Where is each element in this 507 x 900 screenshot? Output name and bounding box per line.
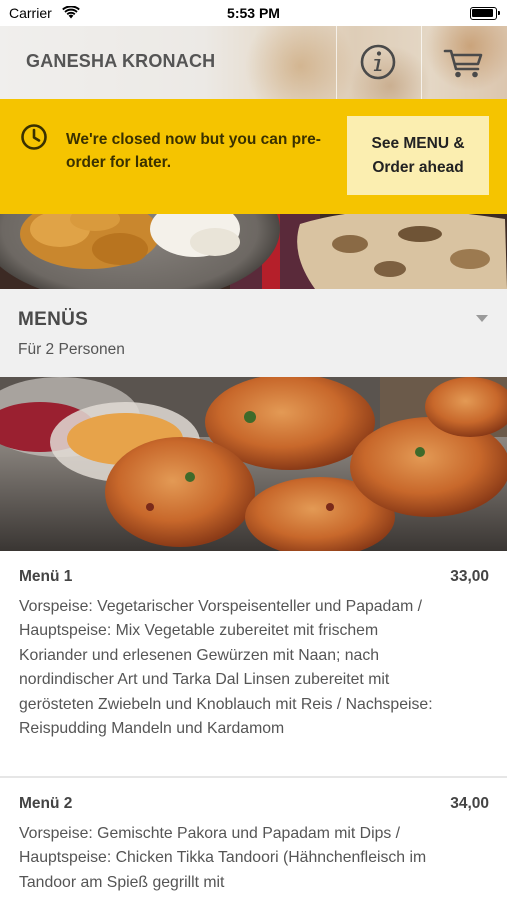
battery-icon: [470, 7, 500, 20]
menu-item-price: 33,00: [450, 568, 489, 585]
order-ahead-button[interactable]: See MENU & Order ahead: [347, 116, 489, 195]
menu-item-name: Menü 2: [19, 795, 73, 812]
menu-item-description: Vorspeise: Vegetarischer Vorspeisentelle…: [19, 598, 433, 738]
closed-message: We're closed now but you can pre-order f…: [66, 131, 321, 171]
status-bar: Carrier 5:53 PM: [0, 0, 507, 26]
chevron-down-icon[interactable]: [476, 315, 488, 322]
info-button[interactable]: [352, 42, 404, 82]
clock-icon: [21, 124, 47, 150]
menu-item-name: Menü 1: [19, 568, 73, 585]
closed-banner: We're closed now but you can pre-order f…: [0, 99, 507, 214]
category-food-photo: [0, 377, 507, 551]
status-time: 5:53 PM: [227, 5, 280, 21]
header-divider: [336, 26, 337, 99]
header-divider: [421, 26, 422, 99]
category-menus[interactable]: MENÜS Für 2 Personen: [0, 289, 507, 377]
category-title: MENÜS: [18, 309, 89, 330]
info-circle-icon: [360, 44, 396, 80]
restaurant-name: GANESHA KRONACH: [26, 51, 216, 71]
app-header: GANESHA KRONACH: [0, 26, 507, 99]
header-food-photo: [0, 214, 507, 289]
menu-item[interactable]: Menü 2 34,00 Vorspeise: Gemischte Pakora…: [0, 778, 507, 900]
shopping-cart-icon: [443, 49, 483, 78]
menu-item-description: Vorspeise: Gemischte Pakora und Papadam …: [19, 825, 427, 891]
category-subtitle: Für 2 Personen: [18, 341, 125, 358]
menu-item-price: 34,00: [450, 795, 489, 812]
cart-button[interactable]: [436, 42, 492, 82]
menu-item[interactable]: Menü 1 33,00 Vorspeise: Vegetarischer Vo…: [0, 551, 507, 776]
order-ahead-label: See MENU & Order ahead: [371, 134, 465, 176]
